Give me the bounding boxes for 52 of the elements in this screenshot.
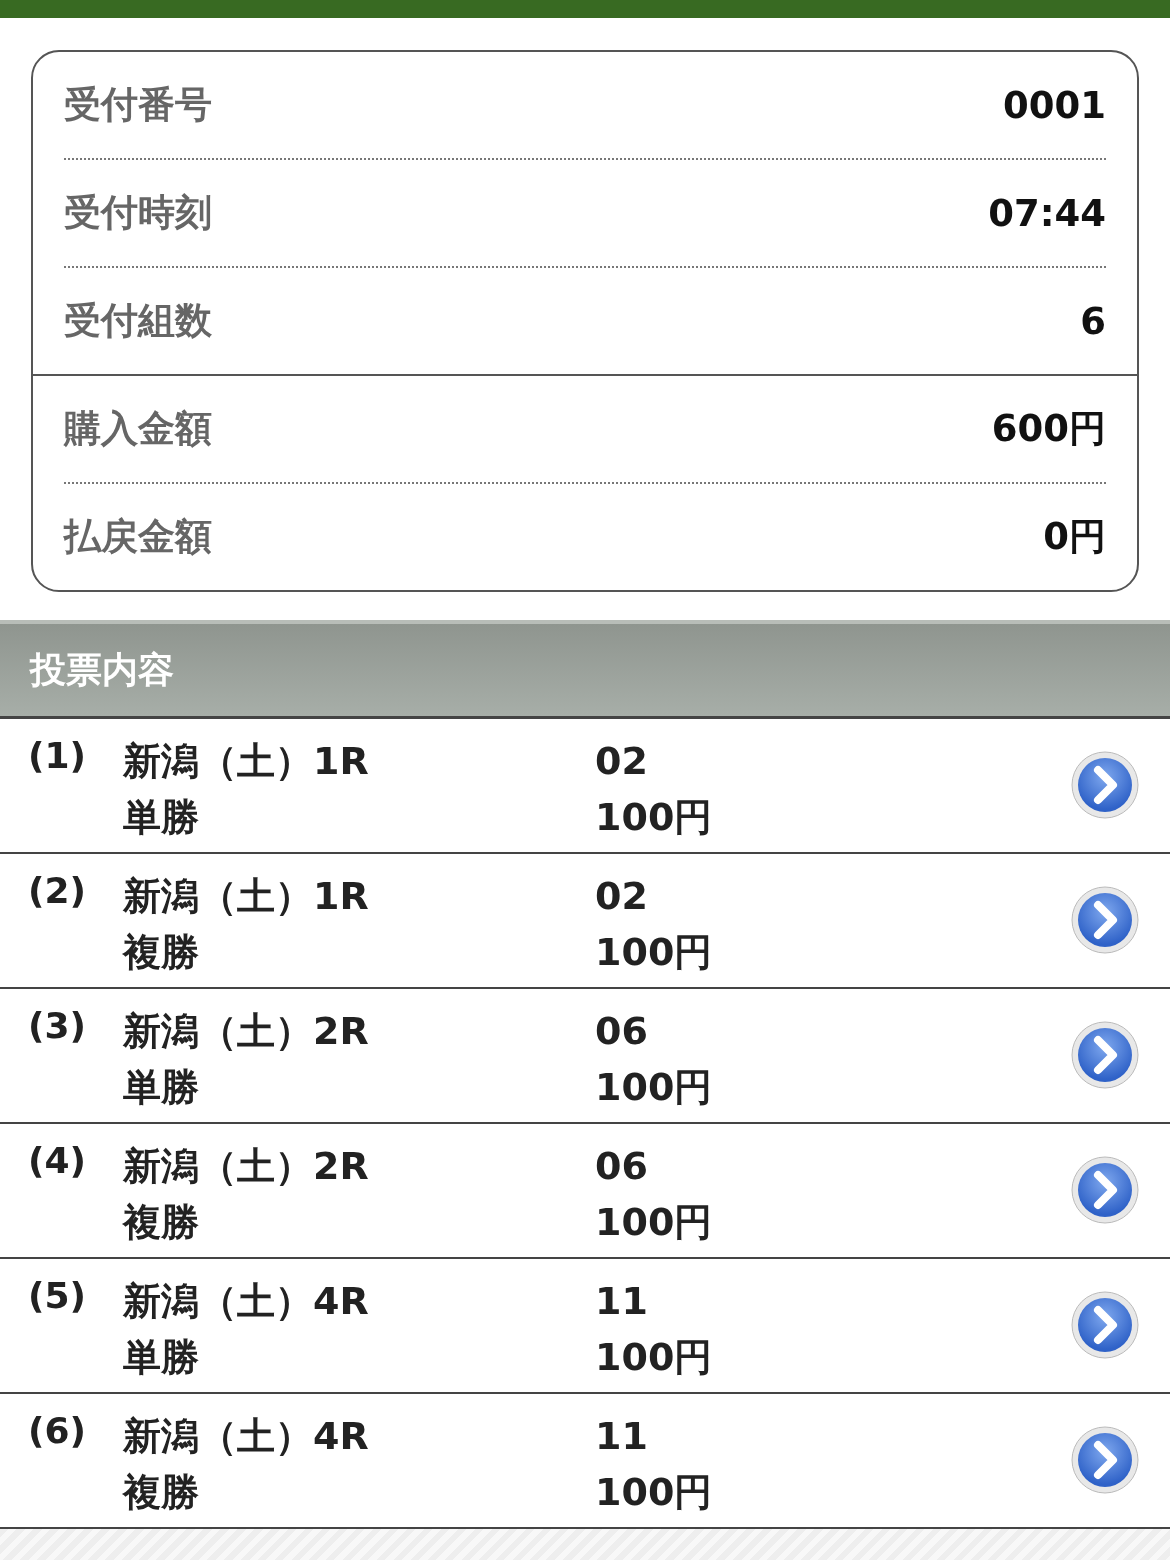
race-name: 新潟（土）2R	[123, 1008, 370, 1055]
bet-type: 複勝	[123, 929, 200, 976]
bet-index: (6)	[28, 1410, 87, 1451]
bet-row[interactable]: (1) 新潟（土）1R 単勝 02 100円	[0, 719, 1170, 854]
bet-index: (2)	[28, 870, 87, 911]
bet-type: 単勝	[123, 1334, 200, 1381]
race-name: 新潟（土）4R	[123, 1413, 370, 1460]
chevron-right-icon[interactable]	[1070, 885, 1140, 955]
race-name: 新潟（土）2R	[123, 1143, 370, 1190]
bet-index: (1)	[28, 735, 87, 776]
field-label: 受付組数	[64, 298, 212, 344]
bet-index: (5)	[28, 1275, 87, 1316]
chevron-right-icon[interactable]	[1070, 750, 1140, 820]
race-name: 新潟（土）1R	[123, 738, 370, 785]
bet-type: 複勝	[123, 1199, 200, 1246]
bet-amount: 100円	[595, 1334, 713, 1381]
bet-row[interactable]: (5) 新潟（土）4R 単勝 11 100円	[0, 1259, 1170, 1394]
field-label: 購入金額	[64, 406, 212, 452]
horse-number: 06	[595, 1143, 649, 1190]
chevron-right-icon[interactable]	[1070, 1425, 1140, 1495]
field-value: 0円	[1043, 514, 1106, 560]
bet-amount: 100円	[595, 1199, 713, 1246]
bet-index: (3)	[28, 1005, 87, 1046]
bet-type: 単勝	[123, 1064, 200, 1111]
bet-amount: 100円	[595, 929, 713, 976]
field-value: 07:44	[988, 191, 1106, 235]
field-value: 0001	[1003, 83, 1106, 127]
field-value: 600円	[991, 406, 1106, 452]
horse-number: 02	[595, 873, 649, 920]
race-name: 新潟（土）1R	[123, 873, 370, 920]
bet-type: 複勝	[123, 1469, 200, 1516]
bet-index: (4)	[28, 1140, 87, 1181]
bet-amount: 100円	[595, 1469, 713, 1516]
chevron-right-icon[interactable]	[1070, 1290, 1140, 1360]
field-label: 払戻金額	[64, 514, 212, 560]
bet-amount: 100円	[595, 1064, 713, 1111]
horse-number: 11	[595, 1278, 649, 1325]
bet-row[interactable]: (4) 新潟（土）2R 複勝 06 100円	[0, 1124, 1170, 1259]
chevron-right-icon[interactable]	[1070, 1155, 1140, 1225]
bet-type: 単勝	[123, 794, 200, 841]
bet-row[interactable]: (2) 新潟（土）1R 複勝 02 100円	[0, 854, 1170, 989]
horse-number: 06	[595, 1008, 649, 1055]
bet-row[interactable]: (3) 新潟（土）2R 単勝 06 100円	[0, 989, 1170, 1124]
field-value: 6	[1080, 299, 1106, 343]
bet-amount: 100円	[595, 794, 713, 841]
field-label: 受付時刻	[64, 190, 212, 236]
horse-number: 11	[595, 1413, 649, 1460]
section-title: 投票内容	[30, 647, 174, 692]
chevron-right-icon[interactable]	[1070, 1020, 1140, 1090]
horse-number: 02	[595, 738, 649, 785]
race-name: 新潟（土）4R	[123, 1278, 370, 1325]
field-label: 受付番号	[64, 82, 212, 128]
